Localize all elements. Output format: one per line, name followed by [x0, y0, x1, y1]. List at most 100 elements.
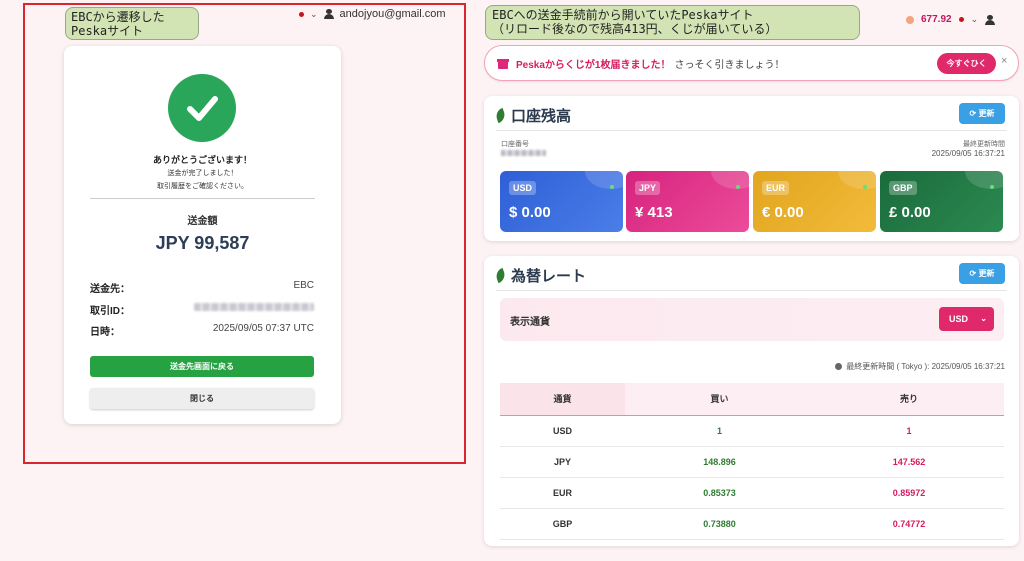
sell-cell: 0.85972 — [814, 477, 1004, 509]
leaf-icon — [494, 267, 507, 284]
account-number-redacted — [501, 150, 546, 156]
currency-card-usd[interactable]: USD $ 0.00 — [500, 171, 623, 232]
buy-cell: 1 — [625, 415, 814, 447]
divider — [496, 290, 1007, 291]
table-row: GBP 0.73880 0.74772 — [500, 508, 1004, 540]
rate-refresh-button[interactable]: ⟳ 更新 — [959, 263, 1005, 284]
sell-cell: 147.562 — [814, 446, 1004, 478]
left-user-menu[interactable]: ⌄ andojyou@gmail.com — [299, 8, 446, 20]
table-row: JPY 148.896 147.562 — [500, 446, 1004, 478]
account-number-label: 口座番号 — [501, 141, 529, 148]
last-updated-label: 最終更新時間 — [963, 141, 1005, 148]
chevron-down-icon[interactable]: ⌄ — [310, 9, 318, 20]
detail-value: EBC — [293, 280, 314, 291]
buy-cell: 0.85373 — [625, 477, 814, 509]
status-dot — [863, 185, 867, 189]
left-note-line-2: Peskaサイト — [71, 24, 144, 38]
back-to-destination-button[interactable]: 送金先画面に戻る — [90, 356, 314, 377]
lottery-message: Peskaからくじが1枚届きました！ さっそく引きましょう！ — [516, 56, 784, 71]
refresh-label: 更新 — [978, 269, 995, 278]
detail-key: 日時： — [90, 327, 120, 338]
balance-title: 口座残高 — [494, 105, 572, 126]
selected-currency: USD — [949, 314, 969, 324]
table-row: USD 1 1 — [500, 415, 1004, 447]
currency-balance: ¥ 413 — [635, 204, 673, 221]
currency-cell: USD — [500, 415, 625, 447]
complete-message: 送金が完了しました！ — [167, 170, 238, 177]
flag-icon[interactable] — [958, 17, 964, 22]
rate-last-updated: 最終更新時間 ( Tokyo ): 2025/09/05 16:37:21 — [835, 361, 1005, 372]
right-note-line-1: EBCへの送金手続前から開いていたPeskaサイト — [492, 8, 754, 22]
currency-cell: JPY — [500, 446, 625, 478]
last-updated-value: 2025/09/05 16:37:21 — [931, 149, 1005, 158]
lottery-message-main: Peskaからくじが1枚届きました！ — [516, 59, 671, 71]
currency-code: GBP — [889, 181, 917, 195]
rate-title-text: 為替レート — [511, 268, 587, 285]
currency-card-jpy[interactable]: JPY ¥ 413 — [626, 171, 749, 232]
balance-title-text: 口座残高 — [511, 108, 572, 125]
transfer-complete-card: ありがとうございます！ 送金が完了しました！ 取引履歴をご確認ください。 送金額… — [64, 46, 341, 424]
currency-card-eur[interactable]: EUR € 0.00 — [753, 171, 876, 232]
column-header: 通貨 — [500, 383, 625, 415]
detail-row-datetime: 日時： 2025/09/05 07:37 UTC — [90, 323, 314, 338]
chevron-down-icon[interactable]: ⌄ — [971, 14, 979, 25]
divider — [90, 198, 315, 199]
column-header: 買い — [625, 383, 814, 415]
right-header: 677.92 ⌄ — [906, 14, 996, 25]
right-note-line-2: （リロード後なので残高413円、くじが届いている） — [492, 22, 778, 36]
close-button[interactable]: 閉じる — [90, 388, 314, 409]
balance-refresh-button[interactable]: ⟳ 更新 — [959, 103, 1005, 124]
flag-icon[interactable] — [299, 11, 304, 17]
refresh-label: 更新 — [978, 109, 995, 118]
table-header-row: 通貨 買い 売り — [500, 383, 1004, 415]
exchange-rate-panel: 為替レート ⟳ 更新 表示通貨 USD ⌄ 最終更新時間 ( Tokyo ): … — [484, 256, 1019, 546]
gift-icon — [497, 57, 509, 69]
currency-card-gbp[interactable]: GBP £ 0.00 — [880, 171, 1003, 232]
leaf-icon — [494, 107, 507, 124]
currency-code: USD — [509, 181, 537, 195]
sell-cell: 0.74772 — [814, 508, 1004, 540]
right-annotation-note: EBCへの送金手続前から開いていたPeskaサイト （リロード後なので残高413… — [485, 5, 860, 40]
currency-balance: $ 0.00 — [509, 204, 551, 221]
display-currency-row: 表示通貨 USD ⌄ — [500, 298, 1004, 341]
buy-cell: 148.896 — [625, 446, 814, 478]
detail-key: 送金先： — [90, 284, 130, 295]
thanks-message: ありがとうございます！ — [152, 155, 252, 165]
clock-icon — [835, 363, 843, 370]
rate-title: 為替レート — [494, 265, 587, 286]
currency-cell: EUR — [500, 477, 625, 509]
lottery-message-sub: さっそく引きましょう！ — [674, 59, 785, 71]
close-icon[interactable]: × — [1001, 55, 1007, 67]
sell-cell: 1 — [814, 415, 1004, 447]
transaction-id-redacted — [194, 303, 314, 311]
success-check-icon — [168, 74, 236, 142]
currency-cell: GBP — [500, 508, 625, 540]
currency-balance: £ 0.00 — [889, 204, 931, 221]
user-icon — [323, 9, 334, 19]
detail-row-destination: 送金先： EBC — [90, 280, 314, 295]
status-dot — [736, 185, 740, 189]
coin-icon — [906, 15, 914, 24]
detail-value: 2025/09/05 07:37 UTC — [212, 323, 314, 334]
detail-row-transaction-id: 取引ID： — [90, 302, 314, 317]
column-header: 売り — [814, 383, 1004, 415]
amount-label: 送金額 — [187, 216, 218, 227]
header-balance[interactable]: 677.92 — [921, 14, 952, 25]
draw-now-button[interactable]: 今すぐひく — [937, 53, 996, 74]
currency-code: JPY — [635, 181, 661, 195]
history-message: 取引履歴をご確認ください。 — [157, 183, 248, 190]
left-annotation-note: EBCから遷移した Peskaサイト — [65, 7, 199, 40]
lottery-banner: Peskaからくじが1枚届きました！ さっそく引きましょう！ 今すぐひく × — [484, 45, 1019, 81]
display-currency-select[interactable]: USD ⌄ — [939, 307, 994, 331]
table-row: EUR 0.85373 0.85972 — [500, 477, 1004, 509]
status-dot — [990, 185, 994, 189]
user-email: andojyou@gmail.com — [339, 8, 446, 20]
status-dot — [610, 185, 614, 189]
display-currency-label: 表示通貨 — [510, 317, 550, 328]
detail-key: 取引ID： — [90, 306, 130, 317]
buy-cell: 0.73880 — [625, 508, 814, 540]
user-icon[interactable] — [985, 14, 996, 25]
divider — [496, 130, 1007, 131]
amount-value: JPY 99,587 — [155, 233, 250, 253]
currency-code: EUR — [762, 181, 790, 195]
